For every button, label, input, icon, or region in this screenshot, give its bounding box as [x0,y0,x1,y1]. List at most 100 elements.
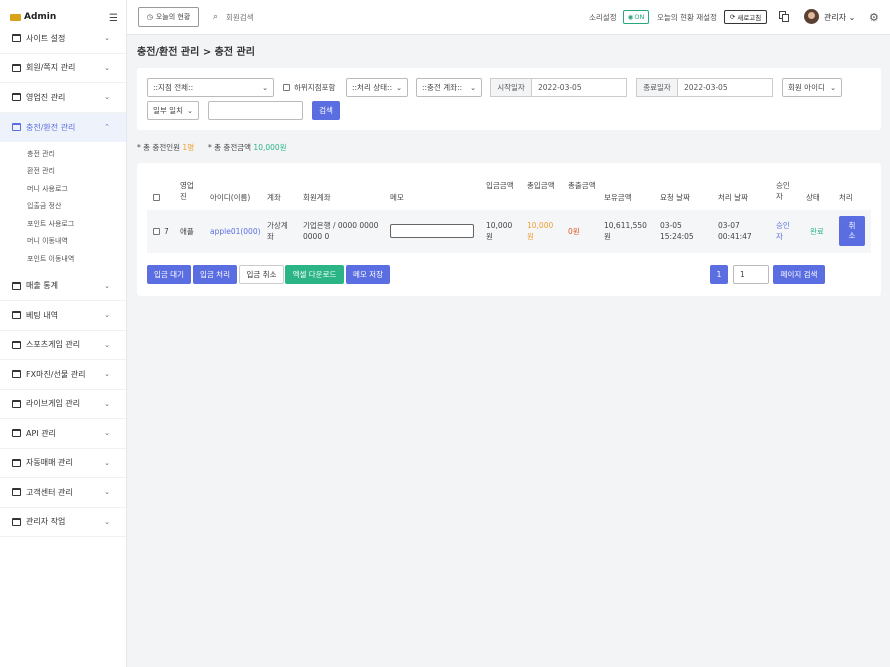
chevron-down-icon: ⌄ [104,517,110,526]
hamburger-menu-icon[interactable]: ☰ [109,13,118,24]
sidebar-item-betting[interactable]: 베팅 내역 ⌄ [0,301,126,331]
sidebar-subitem-exchange[interactable]: 환전 관리 [0,163,126,181]
sidebar-item-charge-exchange[interactable]: 충전/환전 관리 ⌃ [0,112,126,142]
col-header-member-account: 회원계좌 [303,193,331,202]
sidebar-subitem-settlement[interactable]: 입출금 정산 [0,198,126,216]
row-state: 완료 [810,227,824,236]
sidebar-item-customer[interactable]: 고객센터 관리 ⌄ [0,478,126,508]
sidebar-item-members[interactable]: 회원/쪽지 관리 ⌄ [0,54,126,83]
sidebar-subitem-point-log[interactable]: 포인트 사용로그 [0,215,126,233]
include-sub-checkbox[interactable] [283,84,290,91]
status-select[interactable]: ::처리 상태:: ⌄ [346,78,408,97]
sidebar-item-fx[interactable]: FX마진/선물 관리 ⌄ [0,360,126,390]
start-date-input[interactable]: 2022-03-05 [532,78,627,97]
bank-icon [12,281,21,290]
sidebar-subitem-point-transfer[interactable]: 포인트 이동내역 [0,250,126,268]
topbar: ◷ 오늘의 현황 ⌕ 소리설정 ◉ ON 오늘의 현황 재설정 ⟳ 새로고침 관… [127,0,890,35]
reset-today-status-link[interactable]: 오늘의 현황 재설정 [657,12,717,23]
sidebar-item-auto-trade[interactable]: 자동매매 관리 ⌄ [0,449,126,478]
filter-panel: ::지점 전체:: ⌄ 하위지점포함 ::처리 상태:: ⌄ ::충전 계좌:: ⌄ … [137,68,881,130]
bank-icon [12,34,21,43]
pagination-current-page[interactable]: 1 [710,265,728,284]
row-memo-input[interactable] [390,224,474,238]
bank-icon [12,63,21,72]
sidebar-subitem-money-log[interactable]: 머니 사용로그 [0,180,126,198]
bank-icon [12,429,21,438]
end-date-input[interactable]: 2022-03-05 [678,78,773,97]
deposit-cancel-button[interactable]: 입금 취소 [239,265,284,284]
include-sub-branch[interactable]: 하위지점포함 [283,82,335,93]
sidebar-item-sports[interactable]: 스포츠게임 관리 ⌄ [0,331,126,360]
col-header-deposit[interactable]: 입금금액 [486,180,514,191]
row-sales: 애플 [180,227,194,236]
sound-settings-label: 소리설정 [589,13,617,22]
chevron-down-icon: ⌄ [187,106,193,115]
copy-icon[interactable] [779,11,789,22]
search-button[interactable]: 검색 [312,101,340,120]
refresh-icon: ⟳ [729,13,736,21]
branch-select[interactable]: ::지점 전체:: ⌄ [147,78,274,97]
avatar[interactable] [804,9,819,24]
col-header-request-date: 요청 날짜 [660,193,690,202]
row-member-id-link[interactable]: apple01(000) [210,226,261,237]
col-header-action: 처리 [839,193,853,202]
select-all-checkbox[interactable] [153,194,160,201]
logo-icon [10,13,21,21]
row-checkbox[interactable] [153,228,160,235]
row-account: 가상계좌 [267,221,288,241]
deposit-wait-button[interactable]: 입금 대기 [147,265,191,284]
sidebar-item-sales[interactable]: 영업진 관리 ⌄ [0,83,126,113]
keyword-input[interactable] [208,101,303,120]
match-select[interactable]: 일부 일치 ⌄ [147,101,199,120]
chevron-down-icon: ⌄ [104,429,110,438]
row-number: 7 [164,227,169,236]
gear-icon[interactable]: ⚙ [869,11,879,24]
chevron-down-icon: ⌄ [104,340,110,349]
admin-menu[interactable]: 관리자 ⌄ [824,12,855,23]
today-status-button[interactable]: ◷ 오늘의 현황 [138,7,199,27]
chevron-down-icon: ⌄ [104,311,110,320]
row-cancel-button[interactable]: 취소 [839,216,865,246]
member-id-select[interactable]: 회원 아이디 ⌄ [782,78,842,97]
deposit-process-button[interactable]: 입금 처리 [193,265,237,284]
bank-icon [12,340,21,349]
sidebar-subitem-charge[interactable]: 충전 관리 [0,145,126,163]
chevron-down-icon: ⌄ [104,93,110,102]
col-header-total-withdraw: 총출금액 [568,181,596,190]
chevron-down-icon: ⌄ [104,281,110,290]
excel-download-button[interactable]: 엑셀 다운로드 [285,265,344,284]
chevron-down-icon: ⌄ [104,458,110,467]
search-icon: ⌕ [213,12,219,22]
bank-icon [12,458,21,467]
sidebar-item-admin-work[interactable]: 관리자 작업 ⌄ [0,508,126,537]
sidebar-item-api[interactable]: API 관리 ⌄ [0,419,126,449]
bank-icon [12,311,21,320]
col-header-memo: 메모 [390,193,404,202]
member-search-input[interactable] [226,10,346,25]
row-process-date: 03-07 00:41:47 [718,221,752,241]
bank-icon [12,123,21,132]
col-header-balance: 보유금액 [604,193,632,202]
total-count-summary: * 총 충전인원 1명 [137,143,195,152]
chevron-down-icon: ⌄ [104,34,110,43]
charge-account-select[interactable]: ::충전 계좌:: ⌄ [416,78,482,97]
col-header-process-date: 처리 날짜 [718,193,748,202]
row-balance: 10,611,550원 [604,221,647,241]
page-number-input[interactable]: 1 [733,265,769,284]
page-search-button[interactable]: 페이지 검색 [773,265,825,284]
page-title: 충전/환전 관리 > 충전 관리 [137,47,255,58]
memo-save-button[interactable]: 메모 저장 [346,265,390,284]
sidebar-item-live[interactable]: 라이브게임 관리 ⌄ [0,390,126,419]
row-request-date: 03-05 15:24:05 [660,221,694,241]
chevron-down-icon: ⌄ [470,83,476,92]
sidebar-item-revenue[interactable]: 매출 통계 ⌄ [0,272,126,301]
row-total-deposit: 10,000원 [527,221,554,241]
col-header-id[interactable]: 아이디(이름) [210,192,250,203]
sidebar-subitem-money-transfer[interactable]: 머니 이동내역 [0,233,126,251]
sound-toggle[interactable]: ◉ ON [623,10,649,24]
sidebar-item-site-settings[interactable]: 사이트 설정 ⌄ [0,24,126,54]
chevron-down-icon: ⌄ [848,13,856,22]
bank-icon [12,399,21,408]
bank-icon [12,93,21,102]
refresh-button[interactable]: ⟳ 새로고침 [724,10,767,24]
